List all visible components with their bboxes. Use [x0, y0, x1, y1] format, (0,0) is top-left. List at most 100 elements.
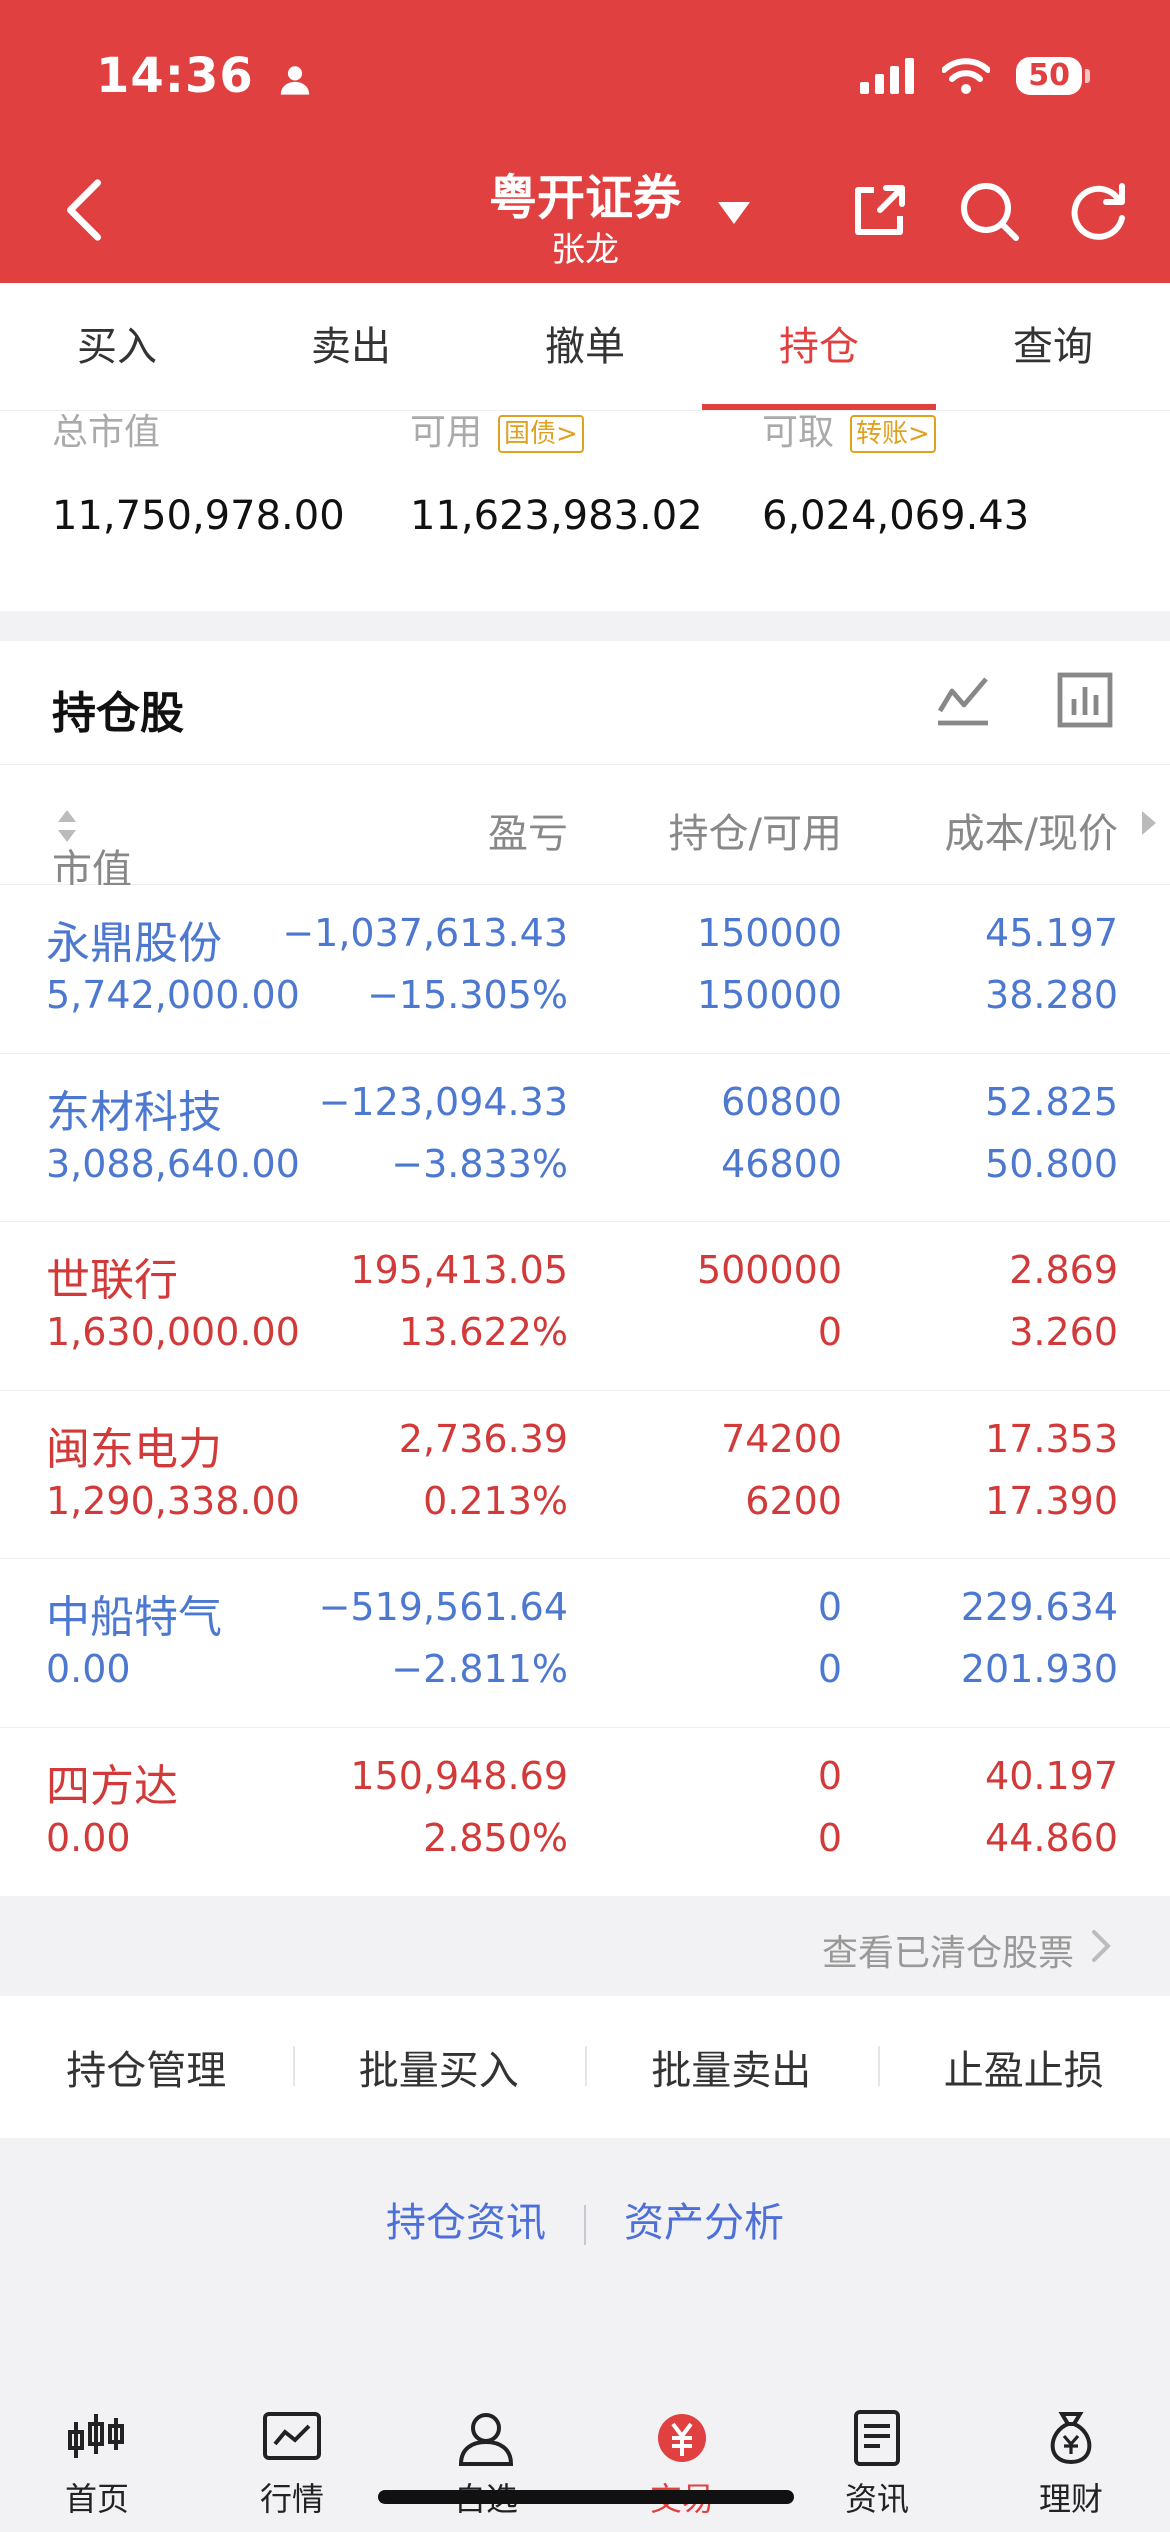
cleared-stocks-row[interactable]: 查看已清仓股票	[0, 1896, 1170, 1996]
stock-profit: 195,413.05	[350, 1248, 568, 1292]
table-row[interactable]: 闽东电力 1,290,338.00 2,736.39 0.213% 74200 …	[0, 1391, 1170, 1559]
tab-sell[interactable]: 卖出	[234, 283, 468, 410]
tab-positions[interactable]: 持仓	[702, 283, 936, 410]
signal-icon	[860, 58, 915, 94]
stock-position: 0	[817, 1585, 842, 1629]
news-icon	[854, 2410, 900, 2466]
stop-profit-loss-button[interactable]: 止盈止损	[877, 2038, 1170, 2096]
stock-position: 60800	[721, 1079, 842, 1124]
stock-price: 38.280	[985, 973, 1118, 1017]
batch-buy-button[interactable]: 批量买入	[292, 2038, 586, 2096]
stock-price: 44.860	[985, 1815, 1118, 1860]
holdings-title: 持仓股	[52, 688, 184, 739]
stock-name: 中船特气	[46, 1592, 222, 1643]
stock-available: 0	[817, 1815, 842, 1860]
status-time: 14:36	[96, 48, 312, 104]
stock-profit-pct: −2.811%	[391, 1647, 568, 1691]
col-profit: 盈亏	[488, 811, 568, 857]
stock-market-value: 0.00	[46, 1815, 131, 1860]
stock-cost: 2.869	[1009, 1248, 1118, 1292]
holding-actions: 持仓管理 批量买入 批量卖出 止盈止损	[0, 1996, 1170, 2138]
stock-market-value: 0.00	[46, 1647, 131, 1691]
stock-price: 50.800	[985, 1141, 1118, 1186]
withdrawable-value: 6,024,069.43	[762, 493, 1030, 539]
stock-cost: 40.197	[985, 1753, 1118, 1798]
status-icons: 50	[860, 56, 1090, 96]
col-cost-price: 成本/现价	[944, 811, 1118, 857]
asset-analysis-link[interactable]: 资产分析	[624, 2190, 784, 2248]
nav-finance[interactable]: 理财	[1001, 2410, 1141, 2520]
stock-position: 500000	[696, 1248, 842, 1292]
stock-cost: 45.197	[985, 911, 1118, 955]
stock-cost: 17.353	[985, 1416, 1118, 1461]
chevron-right-icon[interactable]	[1142, 811, 1156, 835]
chevron-right-icon	[1092, 1930, 1111, 1962]
stock-name: 四方达	[46, 1760, 178, 1812]
header-actions	[846, 178, 1132, 244]
batch-sell-button[interactable]: 批量卖出	[585, 2038, 878, 2096]
col-market-value[interactable]: 市值	[52, 801, 132, 893]
nav-home[interactable]: 首页	[27, 2410, 167, 2520]
battery-level: 50	[1016, 57, 1082, 95]
table-row[interactable]: 四方达 0.00 150,948.69 2.850% 0 0 40.197 44…	[0, 1728, 1170, 1897]
available-label: 可用	[410, 412, 483, 453]
stock-profit-pct: 0.213%	[423, 1478, 568, 1523]
tab-query[interactable]: 查询	[936, 283, 1170, 410]
stock-market-value: 5,742,000.00	[46, 973, 300, 1017]
stock-profit: −519,561.64	[318, 1585, 568, 1629]
stock-available: 46800	[721, 1141, 842, 1186]
withdrawable-label-row: 可取 转账>	[762, 411, 936, 455]
holding-news-link[interactable]: 持仓资讯	[386, 2190, 546, 2248]
stock-price: 201.930	[960, 1647, 1118, 1691]
share-icon[interactable]	[846, 178, 912, 244]
tab-cancel-order[interactable]: 撤单	[468, 283, 702, 410]
nav-home-label: 首页	[64, 2480, 129, 2518]
stock-profit-pct: 2.850%	[423, 1815, 568, 1860]
nav-market-label: 行情	[259, 2480, 324, 2518]
stock-name: 闽东电力	[46, 1423, 222, 1475]
holdings-header: 持仓股	[0, 641, 1170, 765]
nav-news[interactable]: 资讯	[807, 2410, 947, 2520]
user-icon	[458, 2413, 514, 2466]
moneybag-icon	[1050, 2412, 1092, 2465]
treasury-bond-link[interactable]: 国债>	[498, 415, 584, 453]
total-market-value: 11,750,978.00	[52, 493, 345, 539]
stock-available: 6200	[745, 1478, 842, 1523]
candlestick-icon	[68, 2414, 124, 2458]
person-icon	[280, 66, 309, 95]
home-indicator[interactable]	[378, 2490, 794, 2504]
table-row[interactable]: 东材科技 3,088,640.00 −123,094.33 −3.833% 60…	[0, 1054, 1170, 1222]
stock-name: 东材科技	[46, 1086, 222, 1138]
asset-summary: 总市值 11,750,978.00 可用 国债> 11,623,983.02 可取…	[0, 411, 1170, 611]
manage-positions-button[interactable]: 持仓管理	[0, 2038, 293, 2096]
stock-position: 74200	[721, 1416, 842, 1461]
stock-profit-pct: −3.833%	[391, 1141, 568, 1186]
caret-down-icon[interactable]	[716, 200, 752, 226]
table-row[interactable]: 永鼎股份 5,742,000.00 −1,037,613.43 −15.305%…	[0, 885, 1170, 1054]
stock-available: 150000	[696, 973, 842, 1017]
table-row[interactable]: 中船特气 0.00 −519,561.64 −2.811% 0 0 229.63…	[0, 1559, 1170, 1728]
stock-profit-pct: 13.622%	[398, 1310, 568, 1354]
battery-indicator: 50	[1016, 57, 1090, 95]
stock-name: 永鼎股份	[46, 918, 222, 969]
nav-market[interactable]: 行情	[222, 2410, 362, 2520]
transfer-link[interactable]: 转账>	[850, 415, 936, 453]
stock-cost: 229.634	[960, 1585, 1118, 1629]
line-chart-icon[interactable]	[934, 671, 992, 729]
bar-chart-icon[interactable]	[1056, 671, 1114, 729]
withdrawable-label: 可取	[762, 412, 835, 453]
search-icon[interactable]	[956, 178, 1022, 244]
table-row[interactable]: 世联行 1,630,000.00 195,413.05 13.622% 5000…	[0, 1222, 1170, 1391]
wifi-icon	[942, 58, 991, 94]
bottom-tab-bar: 首页 行情 自选 交易 资讯 理财	[0, 2388, 1170, 2532]
stock-position: 150000	[696, 911, 842, 955]
tab-buy[interactable]: 买入	[0, 283, 234, 410]
chart-icon	[263, 2412, 321, 2460]
stock-profit-pct: −15.305%	[367, 973, 568, 1017]
stock-cost: 52.825	[985, 1079, 1118, 1124]
refresh-icon[interactable]	[1066, 178, 1132, 244]
stock-price: 17.390	[985, 1478, 1118, 1523]
available-value: 11,623,983.02	[410, 493, 703, 539]
stock-profit: −123,094.33	[318, 1079, 568, 1124]
cleared-stocks-link[interactable]: 查看已清仓股票	[822, 1924, 1074, 1976]
